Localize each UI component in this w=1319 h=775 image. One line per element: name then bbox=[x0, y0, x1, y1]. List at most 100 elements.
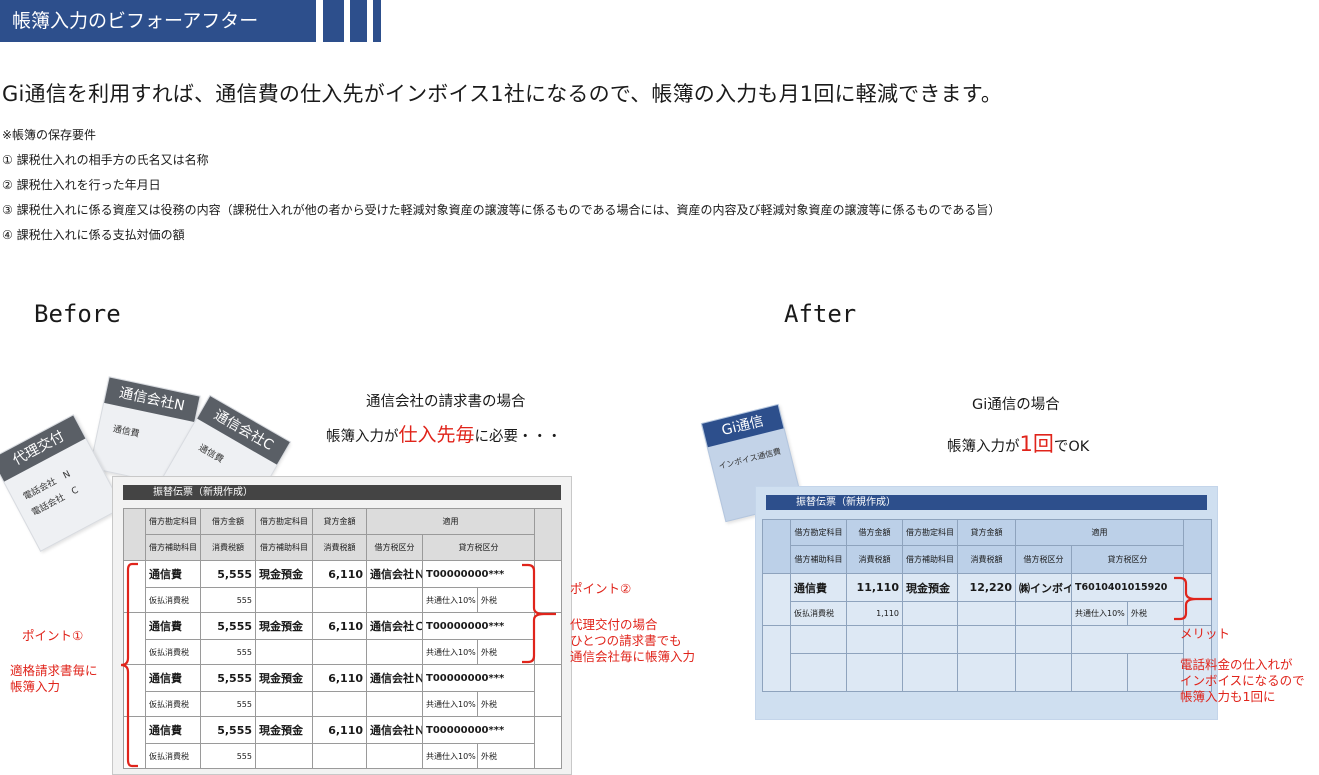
requirement-item: ③ 課税仕入れに係る資産又は役務の内容（課税仕入れが他の者から受けた軽減対象資産… bbox=[2, 203, 1001, 217]
header-cell: 借方勘定科目 bbox=[255, 508, 313, 535]
header-accent-block bbox=[350, 0, 367, 42]
header-cell: 借方税区分 bbox=[366, 534, 423, 561]
header-cell: 貸方税区分 bbox=[1070, 545, 1185, 574]
empty-cell bbox=[312, 691, 367, 717]
credit-amount-cell: 6,110 bbox=[312, 716, 367, 744]
credit-account-cell: 現金預金 bbox=[255, 612, 313, 640]
empty-cell bbox=[255, 743, 313, 769]
row-margin bbox=[534, 664, 563, 717]
merit-title: メリット bbox=[1180, 626, 1231, 641]
empty-cell bbox=[957, 601, 1016, 626]
invoice-number-cell: T00000000*** bbox=[421, 716, 536, 744]
caption-text: に必要・・・ bbox=[474, 429, 562, 445]
tax-cell: 555 bbox=[200, 639, 256, 665]
merit-brace bbox=[1174, 576, 1212, 621]
empty-cell bbox=[1070, 625, 1185, 654]
merit-text: インボイスになるので bbox=[1180, 673, 1305, 688]
before-label: Before bbox=[34, 300, 121, 328]
card-tag: Gi通信 bbox=[702, 405, 784, 448]
side-cell bbox=[1183, 519, 1213, 574]
empty-cell bbox=[312, 743, 367, 769]
amount-cell: 11,110 bbox=[846, 573, 903, 602]
form-title: 振替伝票（新規作成） bbox=[766, 495, 1207, 510]
header-cell: 借方金額 bbox=[200, 508, 256, 535]
header-cell: 貸方金額 bbox=[312, 508, 367, 535]
empty-cell bbox=[790, 653, 847, 692]
empty-cell bbox=[255, 691, 313, 717]
header-cell: 借方補助科目 bbox=[145, 534, 201, 561]
point2-text: 通信会社毎に帳簿入力 bbox=[570, 649, 696, 664]
row-margin bbox=[534, 716, 563, 769]
tax-category-cell: 共通仕入10% bbox=[422, 587, 478, 613]
credit-amount-cell: 12,220 bbox=[957, 573, 1016, 602]
point2-text: ひとつの請求書でも bbox=[570, 633, 682, 648]
card-line: 通信費 bbox=[111, 424, 141, 440]
empty-cell bbox=[1015, 625, 1072, 654]
tax-cell: 555 bbox=[200, 691, 256, 717]
requirements-title: ※帳簿の保存要件 bbox=[2, 128, 97, 142]
headline: Gi通信を利用すれば、通信費の仕入先がインボイス1社になるので、帳簿の入力も月1… bbox=[2, 82, 1003, 106]
sub-account-cell: 仮払消費税 bbox=[145, 587, 201, 613]
after-ledger-table: 借方勘定科目 借方金額 借方勘定科目 貸方金額 適用 借方補助科目 消費税額 借… bbox=[762, 519, 1213, 692]
tax-category-cell: 共通仕入10% bbox=[422, 639, 478, 665]
after-caption-emphasis: 帳簿入力が1回でOK bbox=[947, 428, 1089, 458]
header-cell: 借方勘定科目 bbox=[902, 519, 958, 546]
sub-account-cell: 仮払消費税 bbox=[145, 743, 201, 769]
header-cell: 消費税額 bbox=[312, 534, 367, 561]
empty-cell bbox=[255, 587, 313, 613]
credit-account-cell: 現金預金 bbox=[255, 664, 313, 692]
header-cell: 借方補助科目 bbox=[790, 545, 847, 574]
header-accent-block bbox=[323, 0, 344, 42]
header-cell: 借方補助科目 bbox=[255, 534, 313, 561]
empty-cell bbox=[846, 625, 903, 654]
header-cell: 適用 bbox=[1014, 519, 1185, 546]
credit-amount-cell: 6,110 bbox=[312, 664, 367, 692]
after-caption: Gi通信の場合 bbox=[972, 397, 1060, 413]
point1-text: 適格請求書毎に bbox=[10, 663, 98, 678]
point2-title: ポイント② bbox=[570, 581, 632, 596]
caption-text: 帳簿入力が bbox=[326, 429, 399, 445]
empty-cell bbox=[366, 639, 423, 665]
amount-cell: 5,555 bbox=[200, 664, 256, 692]
table-row: 仮払消費税 555 共通仕入10% 外税 bbox=[124, 587, 562, 613]
merit-text: 電話料金の仕入れが bbox=[1180, 657, 1293, 672]
tax-category-cell: 共通仕入10% bbox=[1071, 601, 1128, 626]
side-cell bbox=[123, 508, 146, 561]
empty-cell bbox=[957, 625, 1016, 654]
point1-text: 帳簿入力 bbox=[10, 679, 61, 694]
before-caption: 通信会社の請求書の場合 bbox=[366, 394, 526, 410]
caption-text: 帳簿入力が bbox=[947, 439, 1020, 455]
header-cell: 借方勘定科目 bbox=[790, 519, 847, 546]
tax-type-cell: 外税 bbox=[476, 743, 536, 769]
amount-cell: 5,555 bbox=[200, 612, 256, 640]
before-ledger-table: 借方勘定科目 借方金額 借方勘定科目 貸方金額 適用 借方補助科目 消費税額 借… bbox=[123, 508, 563, 769]
table-row bbox=[762, 625, 1213, 692]
point2-brace bbox=[522, 563, 556, 664]
side-cell bbox=[534, 508, 563, 561]
header-cell: 適用 bbox=[365, 508, 536, 535]
empty-cell bbox=[366, 587, 423, 613]
header-cell: 消費税額 bbox=[200, 534, 256, 561]
section-header: 帳簿入力のビフォーアフター bbox=[0, 0, 316, 42]
partner-cell: ㈱インボイス bbox=[1015, 573, 1072, 602]
row-margin bbox=[762, 573, 791, 626]
header-cell: 借方補助科目 bbox=[902, 545, 958, 574]
form-title: 振替伝票（新規作成） bbox=[123, 485, 561, 500]
empty-cell bbox=[255, 639, 313, 665]
after-label: After bbox=[784, 300, 857, 328]
requirement-item: ② 課税仕入れを行った年月日 bbox=[2, 178, 161, 192]
header-accent-block bbox=[373, 0, 381, 42]
credit-amount-cell: 6,110 bbox=[312, 560, 367, 588]
invoice-number-cell: T00000000*** bbox=[421, 664, 536, 692]
table-row: 仮払消費税 1,110 共通仕入10% 外税 bbox=[763, 601, 1212, 626]
header-cell: 貸方金額 bbox=[957, 519, 1016, 546]
empty-cell bbox=[312, 587, 367, 613]
header-cell: 借方税区分 bbox=[1015, 545, 1072, 574]
side-cell bbox=[762, 519, 791, 574]
account-cell: 通信費 bbox=[790, 573, 847, 602]
card-tag: 通信会社N bbox=[104, 377, 200, 423]
table-row: 通信費 5,555 現金預金 6,110 通信会社Ｎ T00000000*** bbox=[123, 560, 563, 613]
header-cell: 消費税額 bbox=[846, 545, 903, 574]
tax-cell: 555 bbox=[200, 743, 256, 769]
tax-type-cell: 外税 bbox=[476, 691, 536, 717]
